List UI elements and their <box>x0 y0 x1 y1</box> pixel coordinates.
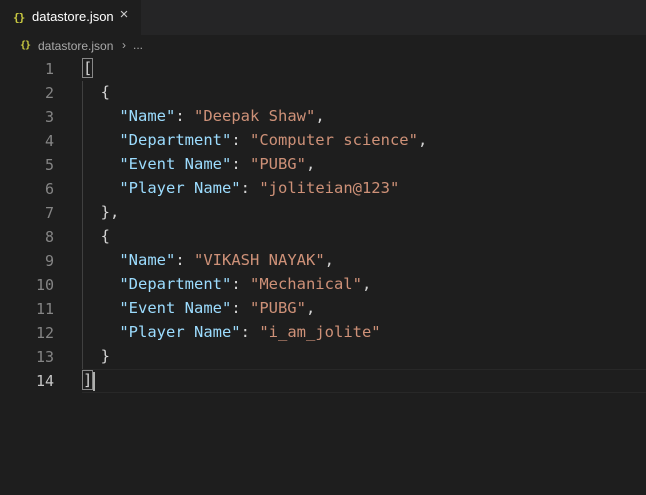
line-number: 4 <box>44 132 54 150</box>
json-punctuation: : <box>175 251 194 269</box>
json-string: "joliteian@123" <box>259 179 400 197</box>
breadcrumb-file[interactable]: datastore.json <box>38 39 113 53</box>
code-text: "Name": "Deepak Shaw", <box>82 107 325 125</box>
line-number: 14 <box>35 372 54 390</box>
code-line[interactable]: 12 "Player Name": "i_am_jolite" <box>0 321 646 345</box>
json-key: "Department" <box>119 131 232 149</box>
json-string: "Mechanical" <box>249 275 362 293</box>
json-punctuation <box>82 275 119 293</box>
json-punctuation: }, <box>82 203 120 221</box>
tab-label: datastore.json <box>32 9 114 24</box>
json-file-icon: {} <box>13 11 25 24</box>
json-punctuation <box>82 155 119 173</box>
json-punctuation <box>82 131 119 149</box>
code-line[interactable]: 14] <box>0 369 646 393</box>
line-number: 10 <box>35 276 54 294</box>
code-text: { <box>82 83 110 101</box>
code-line[interactable]: 3 "Name": "Deepak Shaw", <box>0 105 646 129</box>
json-punctuation: , <box>315 107 325 125</box>
code-line[interactable]: 10 "Department": "Mechanical", <box>0 273 646 297</box>
json-punctuation: : <box>175 107 194 125</box>
line-number: 8 <box>44 228 54 246</box>
json-punctuation: : <box>231 155 250 173</box>
json-string: "VIKASH NAYAK" <box>194 251 325 269</box>
line-number: 7 <box>44 204 54 222</box>
json-punctuation: } <box>82 347 110 365</box>
json-punctuation: , <box>305 155 316 173</box>
json-punctuation: { <box>82 227 110 245</box>
code-line[interactable]: 1[ <box>0 57 646 81</box>
json-key: "Event Name" <box>119 299 232 317</box>
code-text: "Event Name": "PUBG", <box>82 155 315 173</box>
json-punctuation: : <box>231 131 250 149</box>
breadcrumb-more[interactable]: ... <box>133 38 143 52</box>
json-punctuation: , <box>417 131 428 149</box>
code-line[interactable]: 6 "Player Name": "joliteian@123" <box>0 177 646 201</box>
code-text: "Event Name": "PUBG", <box>82 299 315 317</box>
close-icon[interactable]: × <box>116 7 132 23</box>
json-key: "Player Name" <box>119 323 241 341</box>
code-text: "Department": "Computer science", <box>82 131 427 149</box>
code-text: } <box>82 347 110 365</box>
json-string: "Computer science" <box>249 131 418 149</box>
json-key: "Name" <box>119 107 176 125</box>
json-punctuation: : <box>240 323 260 341</box>
json-punctuation: : <box>231 299 250 317</box>
json-punctuation: : <box>240 179 260 197</box>
line-number: 6 <box>44 180 54 198</box>
json-string: "PUBG" <box>249 155 306 173</box>
json-punctuation: ] <box>82 370 94 390</box>
code-text: [ <box>82 58 94 78</box>
json-punctuation: , <box>305 299 316 317</box>
code-line[interactable]: 11 "Event Name": "PUBG", <box>0 297 646 321</box>
line-number: 5 <box>44 156 54 174</box>
json-punctuation <box>82 323 119 341</box>
code-text: "Name": "VIKASH NAYAK", <box>82 251 334 269</box>
code-line[interactable]: 9 "Name": "VIKASH NAYAK", <box>0 249 646 273</box>
json-file-icon: {} <box>20 40 31 51</box>
chevron-right-icon: › <box>122 38 126 52</box>
json-punctuation <box>82 179 119 197</box>
json-punctuation <box>82 107 119 125</box>
json-string: "Deepak Shaw" <box>194 107 316 125</box>
line-number: 3 <box>44 108 54 126</box>
json-string: "PUBG" <box>249 299 306 317</box>
json-key: "Event Name" <box>119 155 232 173</box>
code-line[interactable]: 7 }, <box>0 201 646 225</box>
line-number: 9 <box>44 252 54 270</box>
line-number: 12 <box>35 324 54 342</box>
code-line[interactable]: 4 "Department": "Computer science", <box>0 129 646 153</box>
json-punctuation: , <box>324 251 334 269</box>
code-text: "Department": "Mechanical", <box>82 275 371 293</box>
json-punctuation: : <box>231 275 250 293</box>
breadcrumb: {} datastore.json › ... <box>0 35 646 57</box>
json-punctuation <box>82 251 119 269</box>
code-line[interactable]: 8 { <box>0 225 646 249</box>
json-punctuation: [ <box>82 58 94 78</box>
code-text: }, <box>82 203 120 221</box>
json-key: "Player Name" <box>119 179 241 197</box>
json-key: "Name" <box>119 251 176 269</box>
line-number: 2 <box>44 84 54 102</box>
text-cursor <box>93 372 96 391</box>
line-number: 13 <box>35 348 54 366</box>
json-key: "Department" <box>119 275 232 293</box>
json-punctuation: { <box>82 83 110 101</box>
code-editor[interactable]: 1[2 {3 "Name": "Deepak Shaw", 4 "Departme… <box>0 57 646 495</box>
json-punctuation <box>82 299 119 317</box>
code-text: { <box>82 227 110 245</box>
code-text: "Player Name": "joliteian@123" <box>82 179 399 197</box>
code-line[interactable]: 13 } <box>0 345 646 369</box>
line-number: 11 <box>35 300 54 318</box>
json-punctuation: , <box>361 275 372 293</box>
current-line-highlight <box>82 369 646 393</box>
line-number: 1 <box>44 60 54 78</box>
tab-bar: {} datastore.json × <box>0 0 646 35</box>
code-text: "Player Name": "i_am_jolite" <box>82 323 381 341</box>
tab-datastore-json[interactable]: {} datastore.json × <box>0 0 141 35</box>
code-line[interactable]: 5 "Event Name": "PUBG", <box>0 153 646 177</box>
json-string: "i_am_jolite" <box>259 323 381 341</box>
code-text: ] <box>82 370 94 390</box>
code-line[interactable]: 2 { <box>0 81 646 105</box>
